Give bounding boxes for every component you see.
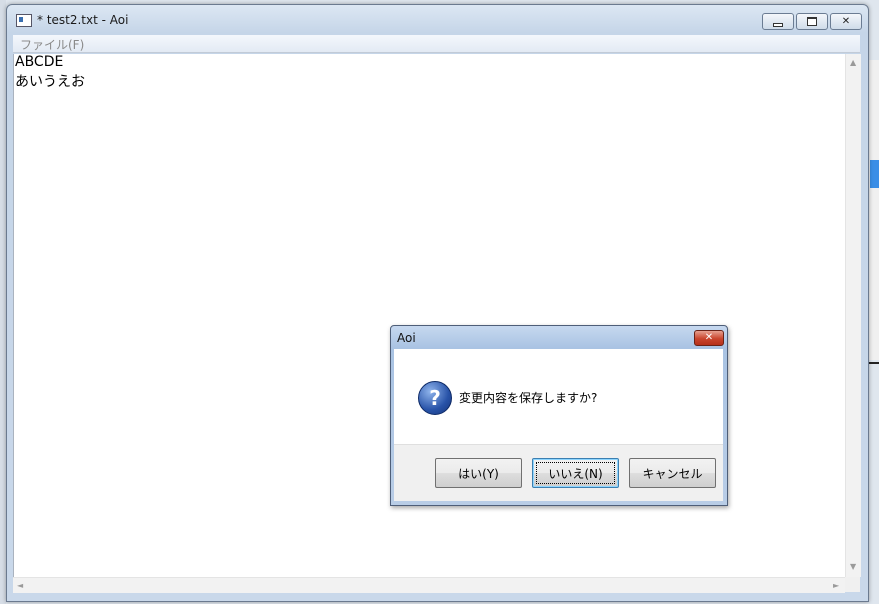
- minimize-button[interactable]: [762, 13, 794, 30]
- dialog-title: Aoi: [397, 331, 416, 345]
- maximize-button[interactable]: [796, 13, 828, 30]
- close-icon: ✕: [704, 332, 714, 343]
- horizontal-scrollbar[interactable]: ◄ ►: [13, 577, 845, 593]
- close-button[interactable]: ✕: [830, 13, 862, 30]
- editor-line: あいうえお: [15, 74, 85, 90]
- scroll-right-arrow-icon[interactable]: ►: [833, 582, 839, 590]
- cancel-button[interactable]: キャンセル: [629, 458, 716, 488]
- question-mark-glyph: ?: [429, 386, 441, 410]
- no-button[interactable]: いいえ(N): [532, 458, 619, 488]
- focus-rectangle: [536, 462, 615, 484]
- scroll-down-arrow-icon[interactable]: ▼: [850, 563, 856, 571]
- dialog-button-bar: はい(Y) いいえ(N) キャンセル: [394, 444, 723, 501]
- save-confirm-dialog: Aoi ✕ ? 変更内容を保存しますか? はい(Y) いいえ(N) キャンセル: [390, 325, 728, 506]
- vertical-scrollbar[interactable]: ▲ ▼: [845, 54, 861, 577]
- main-window: * test2.txt - Aoi ✕ ファイル(F) ABCDE あいうえお …: [6, 4, 869, 602]
- dialog-message: 変更内容を保存しますか?: [459, 391, 598, 405]
- dialog-close-button[interactable]: ✕: [694, 330, 724, 346]
- size-grip[interactable]: [845, 577, 860, 592]
- notepad-icon[interactable]: [16, 14, 32, 27]
- scroll-up-arrow-icon[interactable]: ▲: [850, 59, 856, 67]
- background-highlight: [870, 160, 879, 188]
- editor-line: ABCDE: [15, 54, 64, 70]
- close-icon: ✕: [841, 15, 851, 27]
- menu-item-file[interactable]: ファイル(F): [20, 36, 84, 53]
- menu-bar: ファイル(F): [13, 35, 860, 53]
- dialog-content: ? 変更内容を保存しますか?: [394, 349, 723, 444]
- window-title: * test2.txt - Aoi: [37, 13, 129, 27]
- scroll-left-arrow-icon[interactable]: ◄: [17, 582, 23, 590]
- yes-button[interactable]: はい(Y): [435, 458, 522, 488]
- title-bar[interactable]: * test2.txt - Aoi ✕: [7, 5, 868, 35]
- question-icon: ?: [418, 381, 452, 415]
- minimize-icon: [773, 22, 783, 27]
- maximize-icon: [807, 17, 817, 26]
